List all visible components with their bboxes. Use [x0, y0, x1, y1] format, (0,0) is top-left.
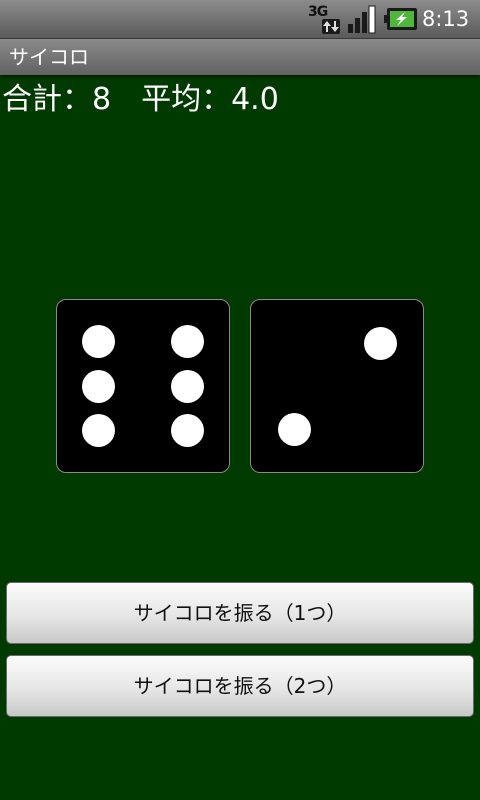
status-time: 8:13	[422, 7, 470, 31]
die-pip	[171, 369, 205, 403]
network-type-label: 3G	[308, 4, 328, 20]
die-pip	[81, 414, 115, 448]
roll-two-dice-button[interactable]: サイコロを振る（2つ）	[6, 655, 474, 717]
app-title: サイコロ	[9, 45, 89, 69]
stats-line: 合計：8 平均：4.0	[2, 80, 279, 120]
die-left	[56, 299, 230, 473]
die-pip	[363, 326, 397, 360]
die-pip	[171, 414, 205, 448]
battery-charging-icon	[384, 8, 417, 30]
status-bar: 3G 8:13	[0, 0, 480, 39]
die-pip	[277, 412, 311, 446]
roll-one-die-button[interactable]: サイコロを振る（1つ）	[6, 582, 474, 644]
app-title-bar: サイコロ	[0, 39, 480, 75]
die-pip	[81, 369, 115, 403]
data-arrows-icon	[322, 19, 340, 34]
average-label: 平均：4.0	[141, 82, 279, 117]
die-right	[250, 299, 424, 473]
total-label: 合計：8	[2, 82, 112, 117]
die-pip	[171, 324, 205, 358]
die-pip	[81, 324, 115, 358]
signal-strength-icon	[348, 5, 376, 34]
3g-data-icon: 3G	[308, 4, 340, 34]
